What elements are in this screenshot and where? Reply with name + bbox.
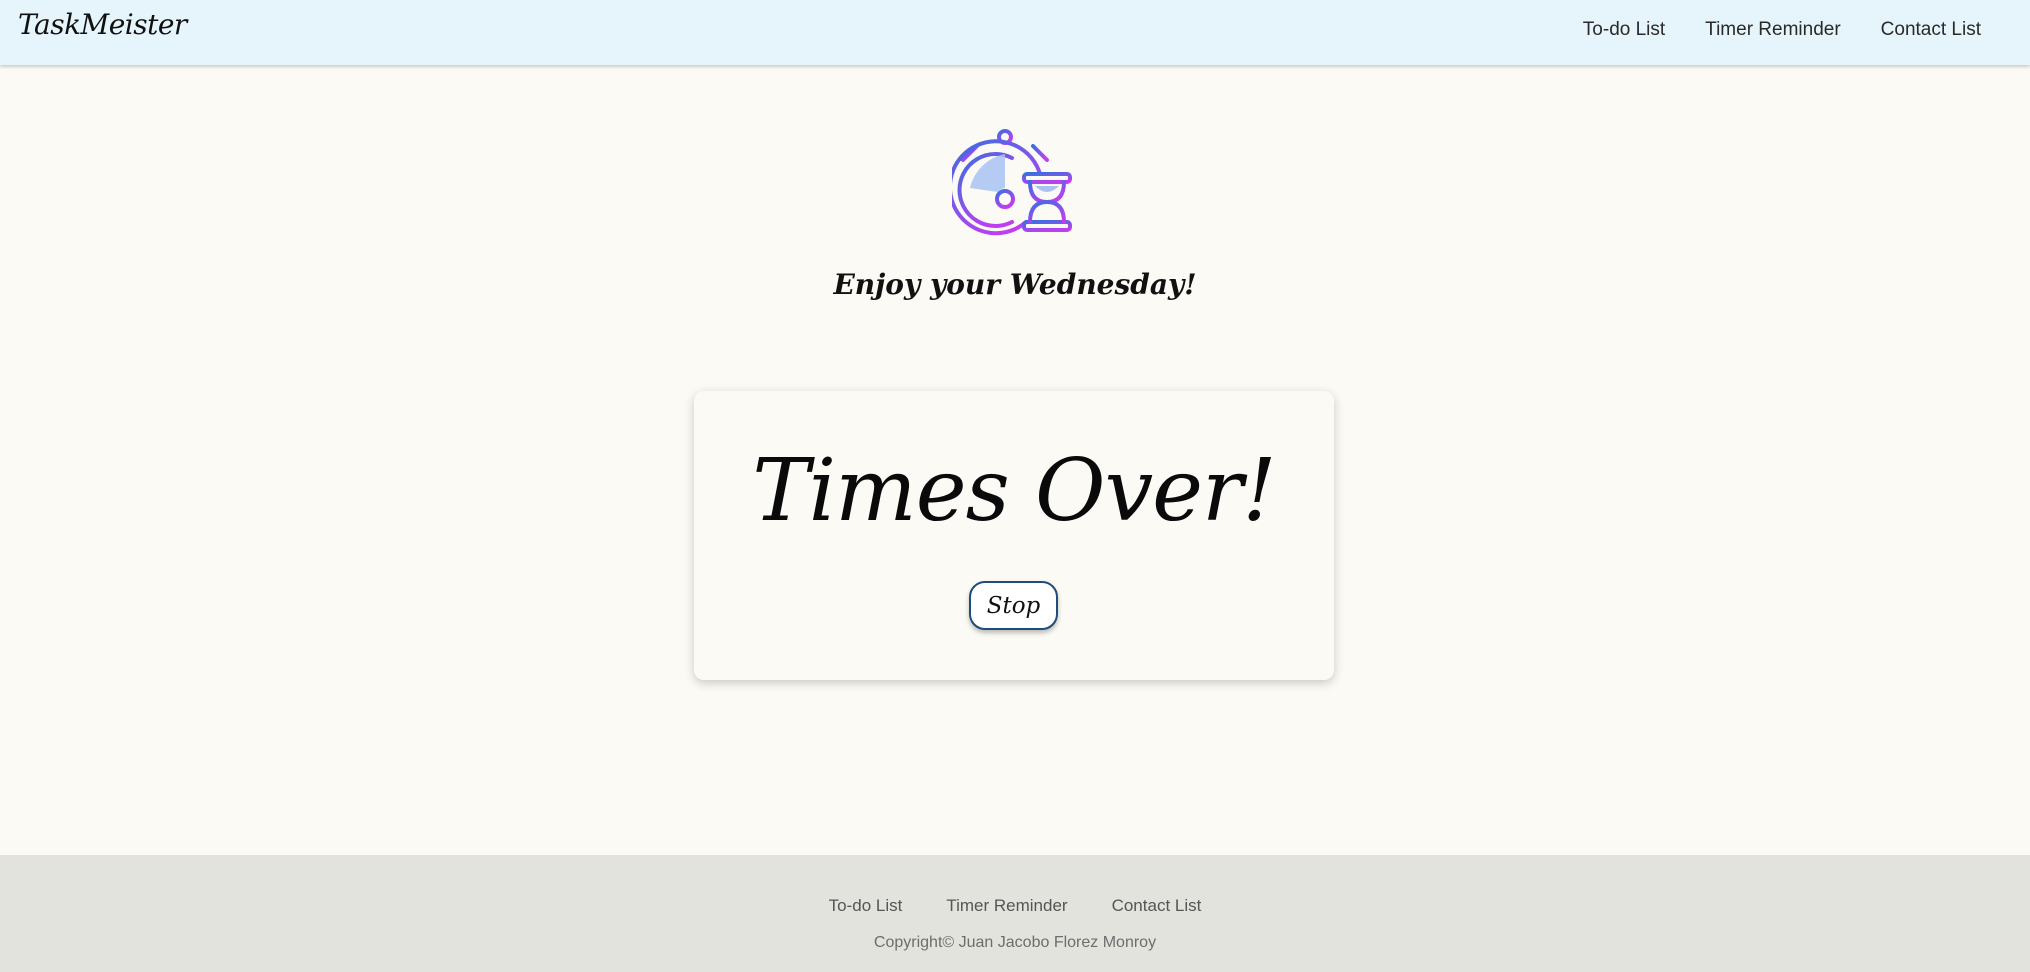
greeting-text: Enjoy your Wednesday! <box>833 268 1197 301</box>
nav-links: To-do List Timer Reminder Contact List <box>1583 0 2030 65</box>
timer-card: Times Over! Stop <box>694 391 1334 680</box>
footer: To-do List Timer Reminder Contact List C… <box>0 855 2030 972</box>
nav-link-contact-list[interactable]: Contact List <box>1881 19 1981 41</box>
footer-links: To-do List Timer Reminder Contact List <box>0 896 2030 916</box>
navbar: TaskMeister To-do List Timer Reminder Co… <box>0 0 2030 65</box>
stop-button[interactable]: Stop <box>969 581 1058 630</box>
footer-link-timer-reminder[interactable]: Timer Reminder <box>946 896 1067 916</box>
stopwatch-hourglass-icon <box>947 128 1072 250</box>
footer-link-contact-list[interactable]: Contact List <box>1112 896 1202 916</box>
brand-logo[interactable]: TaskMeister <box>18 8 187 41</box>
nav-link-todo-list[interactable]: To-do List <box>1583 19 1665 41</box>
footer-link-todo-list[interactable]: To-do List <box>829 896 903 916</box>
times-over-heading: Times Over! <box>752 441 1276 541</box>
nav-link-timer-reminder[interactable]: Timer Reminder <box>1705 19 1841 41</box>
copyright-text: Copyright© Juan Jacobo Florez Monroy <box>873 934 1157 951</box>
